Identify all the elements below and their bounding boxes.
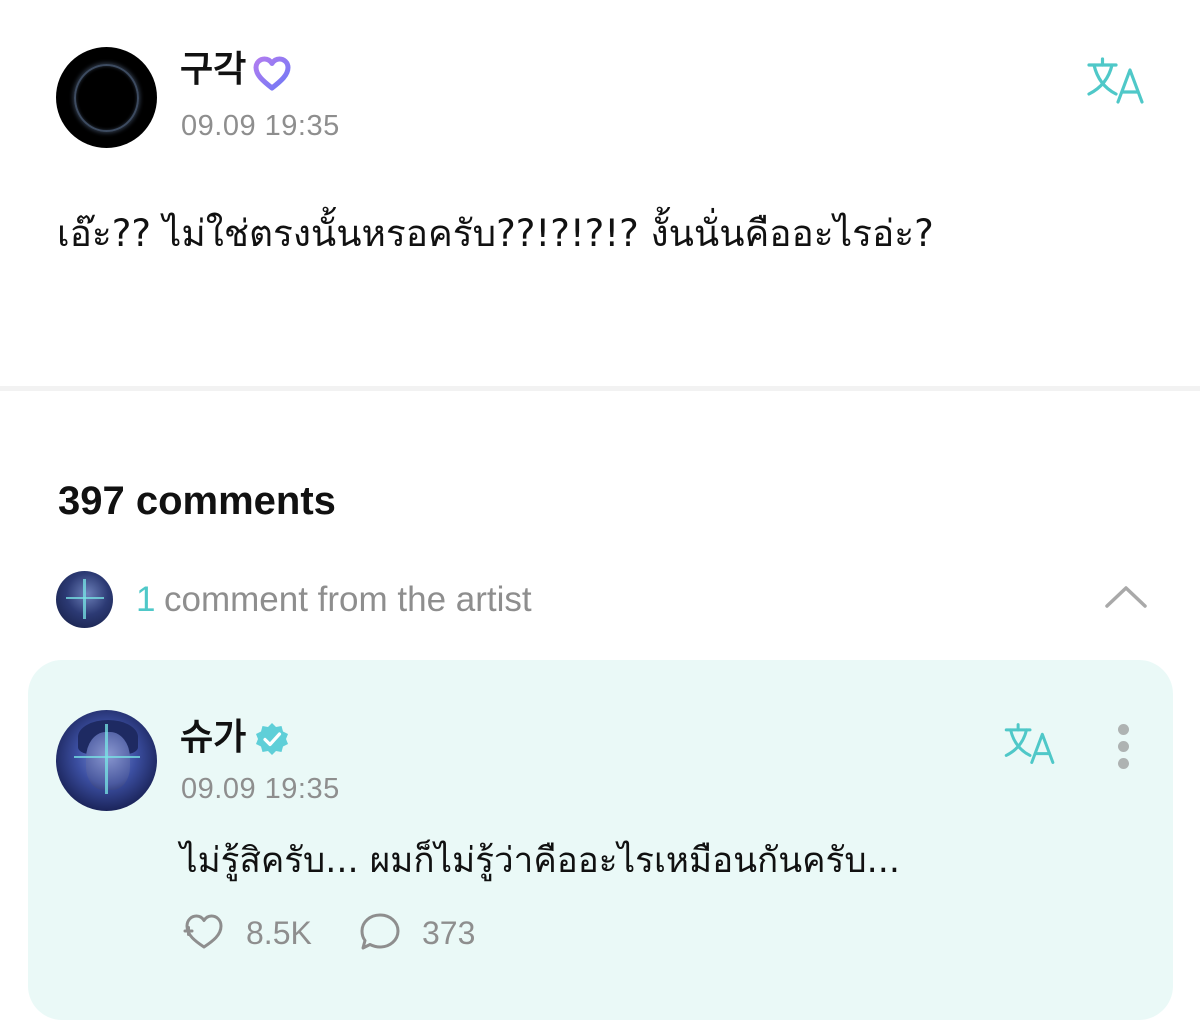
comment-timestamp: 09.09 19:35 — [181, 773, 340, 805]
menu-dot — [1118, 724, 1129, 735]
reply-count: 373 — [422, 915, 476, 951]
more-vertical-icon[interactable] — [1110, 724, 1138, 770]
reply-button[interactable]: 373 — [358, 909, 498, 953]
post-author-name[interactable]: 구각 — [180, 48, 246, 92]
heart-badge-icon — [253, 56, 291, 91]
post-body-text: เอ๊ะ?? ไม่ใช่ตรงนั้นหรอครับ??!?!?!? งั้น… — [57, 212, 934, 255]
comment-author-avatar[interactable] — [56, 710, 157, 811]
like-icon — [183, 914, 223, 949]
section-divider — [0, 386, 1200, 391]
translate-icon[interactable] — [1086, 56, 1146, 106]
avatar-highlight — [66, 597, 104, 599]
avatar-highlight — [105, 724, 108, 794]
like-count: 8.5K — [246, 915, 312, 951]
comment-bubble-icon — [360, 913, 400, 950]
comment-body-text: ไม่รู้สิครับ... ผมก็ไม่รู้ว่าคืออะไรเหมื… — [180, 841, 900, 881]
menu-dot — [1118, 741, 1129, 752]
artist-comment-count[interactable]: 1 — [136, 579, 155, 621]
comment-author-name[interactable]: 슈가 — [180, 716, 246, 760]
chevron-up-icon[interactable] — [1104, 583, 1148, 609]
post-timestamp: 09.09 19:35 — [181, 110, 340, 142]
artist-avatar-small — [56, 571, 113, 628]
post: 구각 09.09 19:35 เอ๊ะ?? ไม่ใช่ตรงนั้นหรอคร… — [0, 0, 1200, 388]
translate-icon[interactable] — [1002, 722, 1058, 766]
avatar-ring-image — [74, 64, 139, 132]
avatar-highlight — [74, 756, 140, 758]
avatar-face — [86, 732, 130, 790]
comments-count-heading: 397 comments — [58, 479, 336, 523]
artist-comment-label[interactable]: comment from the artist — [164, 579, 532, 621]
avatar-highlight — [83, 579, 86, 619]
like-button[interactable]: 8.5K — [182, 909, 332, 953]
verified-badge-icon — [256, 723, 288, 755]
post-author-avatar[interactable] — [56, 47, 157, 148]
menu-dot — [1118, 758, 1129, 769]
